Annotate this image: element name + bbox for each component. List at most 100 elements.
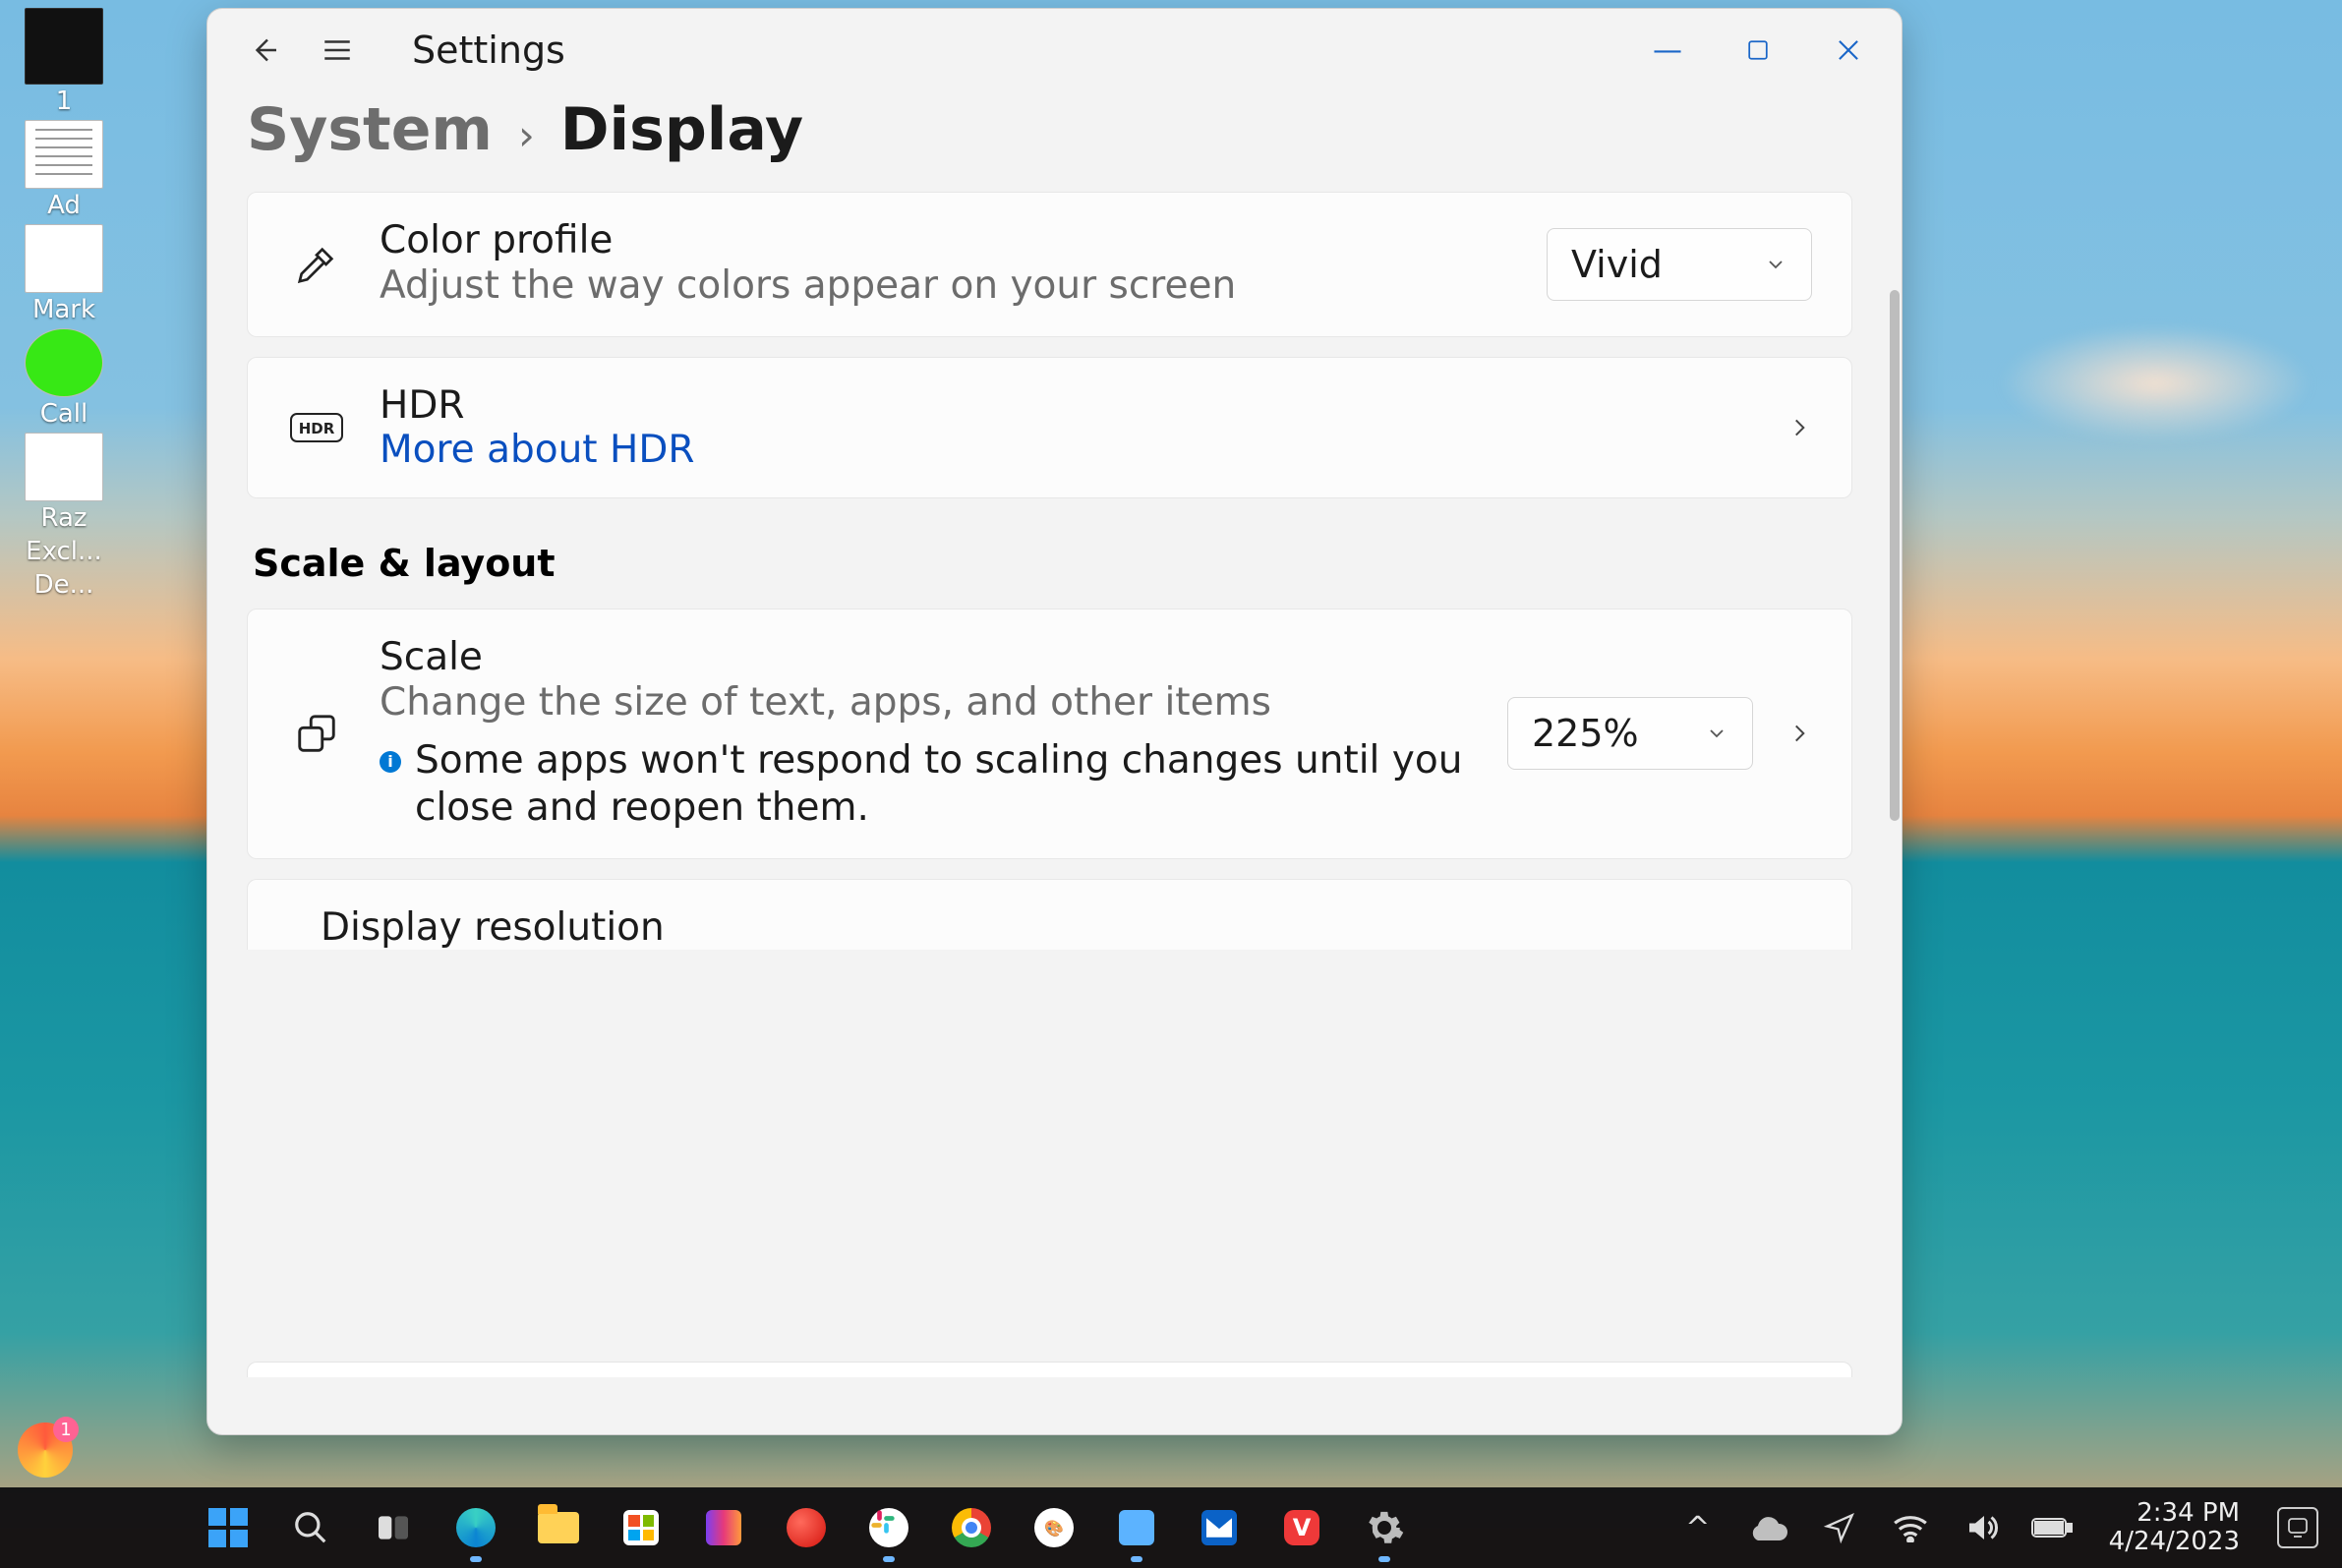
scale-icon: [287, 711, 346, 756]
taskbar-app-explorer[interactable]: [517, 1487, 600, 1568]
nav-menu-button[interactable]: [318, 30, 357, 70]
scale-card[interactable]: Scale Change the size of text, apps, and…: [247, 609, 1852, 859]
desktop-icon-label: De...: [10, 570, 118, 600]
start-button[interactable]: [187, 1487, 269, 1568]
desktop-icon-label: Mark: [10, 295, 118, 324]
taskbar-app-paint[interactable]: 🎨: [1013, 1487, 1095, 1568]
paint-icon: 🎨: [1034, 1508, 1074, 1547]
desktop-icon[interactable]: De...: [10, 570, 118, 600]
document-icon: [25, 120, 103, 189]
svg-text:HDR: HDR: [299, 420, 335, 437]
text-file-icon: [25, 433, 103, 501]
taskbar-app-settings[interactable]: [1343, 1487, 1426, 1568]
settings-window: Settings — System › Display: [206, 8, 1903, 1435]
desktop-icon[interactable]: Mark: [10, 224, 118, 324]
volume-icon[interactable]: [1960, 1506, 2003, 1549]
notepad-icon: [1119, 1510, 1154, 1545]
onedrive-icon[interactable]: [1747, 1506, 1790, 1549]
thumbnail-icon: [25, 8, 103, 85]
folder-icon: [538, 1512, 579, 1543]
opera-icon: [787, 1508, 826, 1547]
breadcrumb-current: Display: [560, 95, 803, 164]
desktop: 1 Ad Mark Call Raz Excl... De...: [0, 0, 2342, 1568]
task-view-button[interactable]: [352, 1487, 435, 1568]
maximize-button[interactable]: [1713, 20, 1803, 81]
setting-title: Color profile: [380, 218, 1513, 262]
desktop-icon-label: Ad: [10, 191, 118, 220]
taskbar-time: 2:34 PM: [2109, 1499, 2240, 1528]
breadcrumb-parent[interactable]: System: [247, 95, 493, 164]
clipchamp-icon: [706, 1510, 741, 1545]
notification-center-button[interactable]: [2277, 1507, 2318, 1548]
battery-icon[interactable]: [2030, 1506, 2074, 1549]
dropdown-value: Vivid: [1571, 243, 1663, 286]
scale-advanced-chevron[interactable]: [1786, 721, 1812, 746]
taskbar-app-clipchamp[interactable]: [682, 1487, 765, 1568]
taskbar-date: 4/24/2023: [2109, 1528, 2240, 1556]
desktop-icon-label: Raz: [10, 503, 118, 533]
dropdown-value: 225%: [1532, 712, 1639, 755]
desktop-icon[interactable]: Ad: [10, 120, 118, 220]
desktop-icon[interactable]: Excl...: [10, 537, 118, 566]
system-tray: ^ 2:34 PM 4/24/2023: [1676, 1499, 2342, 1555]
taskbar-app-mail[interactable]: [1178, 1487, 1260, 1568]
desktop-icon[interactable]: Raz: [10, 433, 118, 533]
desktop-icon-label: 1: [10, 87, 118, 116]
hdr-card[interactable]: HDR HDR More about HDR: [247, 357, 1852, 498]
back-button[interactable]: [245, 30, 284, 70]
setting-subtitle: Change the size of text, apps, and other…: [380, 679, 1474, 727]
minimize-button[interactable]: —: [1622, 20, 1713, 81]
desktop-icon[interactable]: 1: [10, 8, 118, 116]
store-icon: [623, 1510, 659, 1545]
vivaldi-icon: V: [1284, 1510, 1319, 1545]
search-button[interactable]: [269, 1487, 352, 1568]
info-icon: i: [380, 751, 401, 773]
card-top-sliver: [247, 1362, 1852, 1377]
desktop-icon[interactable]: Call: [10, 328, 118, 429]
edge-icon: [456, 1508, 496, 1547]
breadcrumb: System › Display: [207, 91, 1902, 192]
taskbar-app-notepad[interactable]: [1095, 1487, 1178, 1568]
desktop-icon-column: 1 Ad Mark Call Raz Excl... De...: [10, 8, 157, 604]
chevron-down-icon: [1705, 722, 1728, 745]
taskbar-app-store[interactable]: [600, 1487, 682, 1568]
wifi-icon[interactable]: [1889, 1506, 1932, 1549]
mail-icon: [1201, 1510, 1237, 1545]
hdr-icon: HDR: [287, 413, 346, 442]
settings-content[interactable]: Color profile Adjust the way colors appe…: [207, 192, 1902, 1381]
desktop-icon-label: Excl...: [10, 537, 118, 566]
taskbar-app-opera[interactable]: [765, 1487, 848, 1568]
title-bar[interactable]: Settings —: [207, 9, 1902, 91]
location-icon[interactable]: [1818, 1506, 1861, 1549]
scale-dropdown[interactable]: 225%: [1507, 697, 1753, 770]
close-button[interactable]: [1803, 20, 1894, 81]
taskbar-app-slack[interactable]: [848, 1487, 930, 1568]
chrome-icon: [952, 1508, 991, 1547]
scrollbar[interactable]: [1890, 290, 1900, 821]
eyedropper-icon: [287, 242, 346, 287]
text-file-icon: [25, 224, 103, 293]
display-resolution-card[interactable]: Display resolution: [247, 879, 1852, 950]
taskbar-app-vivaldi[interactable]: V: [1260, 1487, 1343, 1568]
chevron-right-icon: ›: [518, 111, 535, 159]
color-profile-dropdown[interactable]: Vivid: [1547, 228, 1812, 301]
taskbar: 🎨 V ^: [0, 1487, 2342, 1568]
desktop-icon-label: Call: [10, 399, 118, 429]
more-about-hdr-link[interactable]: More about HDR: [380, 428, 1753, 472]
gear-icon: [1364, 1507, 1405, 1548]
slack-icon: [869, 1508, 908, 1547]
app-shortcut-icon: [25, 328, 103, 397]
setting-title: Scale: [380, 635, 1474, 679]
chevron-right-icon[interactable]: [1786, 415, 1812, 440]
taskbar-clock[interactable]: 2:34 PM 4/24/2023: [2109, 1499, 2240, 1555]
taskbar-app-edge[interactable]: [435, 1487, 517, 1568]
tray-overflow-button[interactable]: ^: [1676, 1506, 1720, 1549]
app-title: Settings: [412, 29, 565, 72]
section-header: Scale & layout: [253, 542, 1902, 585]
color-profile-card[interactable]: Color profile Adjust the way colors appe…: [247, 192, 1852, 337]
setting-subtitle: Adjust the way colors appear on your scr…: [380, 262, 1513, 311]
chevron-down-icon: [1764, 253, 1787, 276]
windows-logo-icon: [208, 1508, 248, 1547]
taskbar-app-chrome[interactable]: [930, 1487, 1013, 1568]
copilot-button[interactable]: [18, 1423, 73, 1478]
